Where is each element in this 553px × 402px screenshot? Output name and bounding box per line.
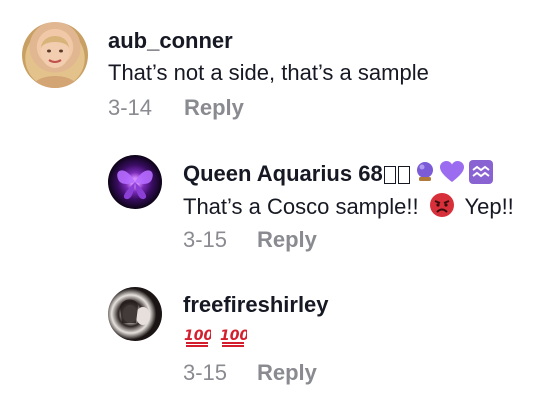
reply-button[interactable]: Reply — [257, 360, 317, 386]
username[interactable]: aub_conner — [108, 28, 233, 54]
reply-button[interactable]: Reply — [257, 227, 317, 253]
unknown-glyph-icon — [397, 165, 410, 184]
username[interactable]: Queen Aquarius 68 — [183, 161, 383, 186]
comment-text: That’s not a side, that’s a sample — [108, 60, 429, 85]
hundred-points-icon: 100 — [219, 324, 250, 354]
aquarius-icon — [468, 160, 493, 190]
svg-text:100: 100 — [220, 328, 247, 344]
comment-date: 3-14 — [108, 95, 153, 120]
reply-button[interactable]: Reply — [184, 95, 244, 121]
avatar[interactable] — [22, 22, 88, 88]
username[interactable]: freefireshirley — [183, 292, 329, 318]
angry-face-icon — [429, 192, 455, 224]
crystal-ball-icon — [413, 160, 437, 190]
butterfly-icon — [117, 170, 153, 200]
user-photo-icon — [120, 299, 150, 325]
comment-text: 100 100 — [183, 324, 250, 354]
unknown-glyph-icon — [383, 165, 396, 184]
avatar[interactable] — [108, 287, 162, 341]
user-photo-icon — [32, 36, 78, 88]
comment-text: That’s a Cosco sample!! Yep!! — [183, 192, 514, 224]
hundred-points-icon: 100 — [183, 324, 213, 354]
comment-date: 3-15 — [183, 360, 228, 385]
avatar[interactable] — [108, 155, 162, 209]
comment-date: 3-15 — [183, 227, 228, 252]
comment-text-part: That’s a Cosco sample!! — [183, 193, 419, 219]
username-row: Queen Aquarius 68 — [183, 160, 493, 190]
comment-text-part: Yep!! — [464, 193, 514, 219]
purple-heart-icon — [439, 160, 465, 190]
svg-text:100: 100 — [184, 328, 211, 344]
